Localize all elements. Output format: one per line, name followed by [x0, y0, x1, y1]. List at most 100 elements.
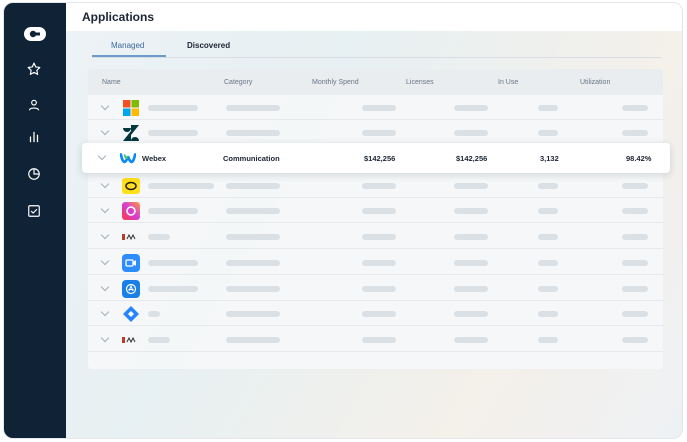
tab-managed[interactable]: Managed [111, 41, 144, 50]
jira-logo [123, 306, 139, 322]
chevron-down-icon[interactable] [100, 230, 110, 240]
placeholder [538, 208, 558, 214]
app-category: Communication [223, 154, 280, 163]
table-row-webex[interactable]: Webex Communication $142,256 $142,256 3,… [82, 143, 670, 173]
placeholder [148, 208, 198, 214]
pie-chart-icon[interactable] [25, 165, 43, 183]
placeholder [454, 311, 488, 317]
placeholder [148, 105, 198, 111]
table-row[interactable] [88, 301, 663, 326]
microsoft-logo [123, 100, 139, 116]
table-row[interactable] [88, 224, 663, 249]
placeholder [538, 286, 558, 292]
placeholder [362, 183, 396, 189]
table-row[interactable] [88, 198, 663, 223]
zendesk-logo [123, 125, 139, 141]
placeholder [538, 337, 558, 343]
table-row[interactable] [88, 120, 663, 145]
placeholder [148, 337, 170, 343]
placeholder [538, 105, 558, 111]
placeholder [362, 130, 396, 136]
placeholder [226, 183, 280, 189]
placeholder [622, 311, 648, 317]
placeholder [226, 234, 280, 240]
placeholder [538, 234, 558, 240]
bar-chart-icon[interactable] [25, 128, 43, 146]
placeholder [622, 286, 648, 292]
mailchimp-logo [122, 178, 140, 194]
placeholder [226, 286, 280, 292]
placeholder [148, 311, 160, 317]
placeholder [362, 105, 396, 111]
app-monthly-spend: $142,256 [364, 154, 396, 163]
column-header-in-use[interactable]: In Use [498, 79, 518, 86]
placeholder [454, 130, 488, 136]
tab-discovered[interactable]: Discovered [187, 41, 230, 50]
placeholder [362, 337, 396, 343]
chevron-down-icon[interactable] [100, 126, 110, 136]
column-header-monthly-spend[interactable]: Monthly Spend [312, 79, 359, 86]
column-header-category[interactable]: Category [224, 79, 252, 86]
placeholder [226, 337, 280, 343]
placeholder [362, 234, 396, 240]
placeholder [622, 208, 648, 214]
placeholder [454, 286, 488, 292]
placeholder [454, 105, 488, 111]
placeholder [454, 234, 488, 240]
app-utilization: 98.42% [626, 154, 652, 163]
placeholder [538, 260, 558, 266]
placeholder [362, 286, 396, 292]
app-in-use: 3,132 [540, 154, 559, 163]
sidebar [4, 3, 66, 438]
column-header-name[interactable]: Name [102, 79, 121, 86]
miro-logo [122, 336, 140, 344]
placeholder [622, 260, 648, 266]
chevron-down-icon[interactable] [100, 307, 110, 317]
zoom-logo [122, 254, 140, 272]
placeholder [148, 260, 198, 266]
placeholder [362, 260, 396, 266]
placeholder [362, 311, 396, 317]
placeholder [538, 183, 558, 189]
checklist-icon[interactable] [25, 202, 43, 220]
placeholder [148, 183, 214, 189]
chevron-down-icon[interactable] [100, 179, 110, 189]
chevron-down-icon[interactable] [100, 282, 110, 292]
placeholder [454, 183, 488, 189]
table-row[interactable] [88, 95, 663, 120]
placeholder [226, 311, 280, 317]
placeholder [622, 105, 648, 111]
star-icon[interactable] [25, 60, 43, 78]
miro-logo [122, 233, 140, 241]
webex-logo [120, 153, 136, 164]
table-row[interactable] [88, 173, 663, 198]
chevron-down-icon[interactable] [97, 151, 107, 161]
placeholder [622, 337, 648, 343]
table-row[interactable] [88, 276, 663, 301]
appstore-logo [122, 280, 140, 298]
placeholder [454, 260, 488, 266]
placeholder [538, 311, 558, 317]
placeholder [148, 130, 198, 136]
table-row[interactable] [88, 250, 663, 275]
table-header: Name Category Monthly Spend Licenses In … [88, 69, 663, 95]
tab-divider [92, 57, 662, 58]
app-name: Webex [142, 154, 167, 163]
applications-table: Name Category Monthly Spend Licenses In … [88, 69, 663, 369]
placeholder [622, 234, 648, 240]
table-row[interactable] [88, 327, 663, 352]
column-header-utilization[interactable]: Utilization [580, 79, 610, 86]
top-header: Applications [66, 3, 682, 31]
chevron-down-icon[interactable] [100, 204, 110, 214]
chevron-down-icon[interactable] [100, 256, 110, 266]
placeholder [362, 208, 396, 214]
app-licenses: $142,256 [456, 154, 488, 163]
column-header-licenses[interactable]: Licenses [406, 79, 434, 86]
user-icon[interactable] [25, 96, 43, 114]
placeholder [622, 183, 648, 189]
chevron-down-icon[interactable] [100, 101, 110, 111]
placeholder [622, 130, 648, 136]
placeholder [226, 260, 280, 266]
chevron-down-icon[interactable] [100, 333, 110, 343]
placeholder [538, 130, 558, 136]
